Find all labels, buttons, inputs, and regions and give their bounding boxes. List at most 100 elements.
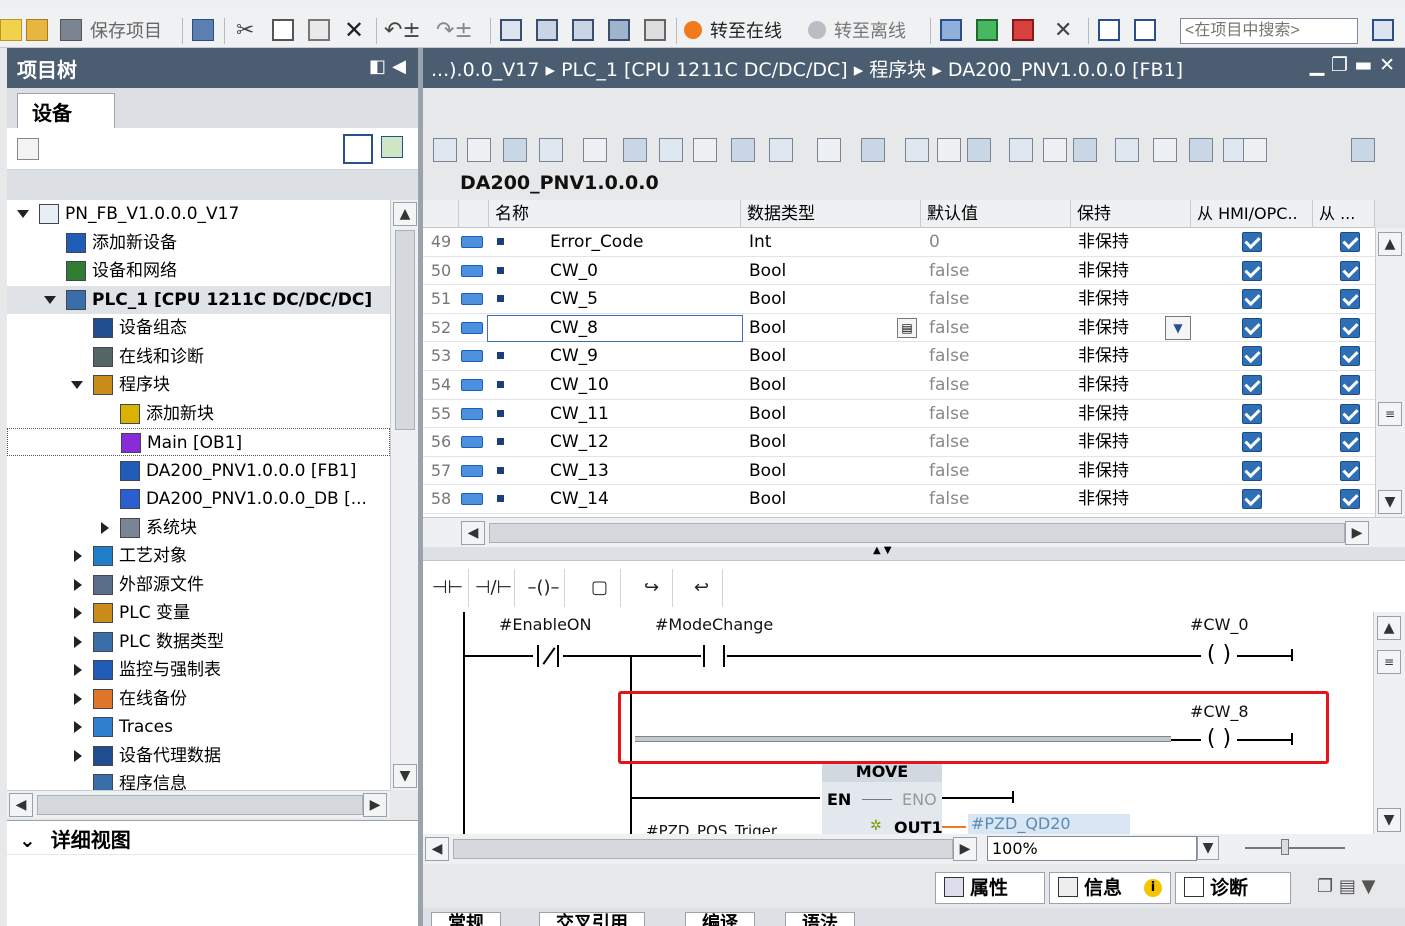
move-in-variable[interactable]: #PZD_POS_Triger [646,822,777,834]
stop-cpu-icon[interactable] [1012,15,1034,45]
chevron-right-icon[interactable] [101,521,109,534]
scroll-thumb[interactable] [453,839,953,859]
add-icon[interactable] [381,136,403,158]
scroll-thumb[interactable] [489,523,1345,543]
split-vertical-icon[interactable] [1134,15,1156,45]
chevron-down-icon[interactable] [71,381,83,389]
variable-datatype[interactable]: Bool [749,285,899,313]
copy-icon[interactable] [272,15,294,45]
new-project-icon[interactable] [0,15,22,45]
print-icon[interactable] [192,15,214,45]
jump-icon[interactable] [1153,138,1177,162]
tree-vertical-scrollbar[interactable]: ▲ ▼ [390,200,418,790]
tab-properties[interactable]: 属性 [935,872,1045,904]
start-cpu-icon[interactable] [976,15,998,45]
variable-retain[interactable]: 非保持 [1078,228,1178,256]
tree-item[interactable]: PLC 变量 [7,599,390,627]
monitor-icon[interactable] [769,138,793,162]
table-row[interactable]: 58 CW_14 Bool false 非保持 [423,485,1375,514]
tree-item[interactable]: 添加新块 [7,400,390,428]
table-vertical-scrollbar[interactable]: ▲ ≡ ▼ [1375,228,1405,518]
variable-name[interactable]: CW_14 [550,485,740,513]
scroll-up-icon[interactable]: ▲ [1378,232,1402,256]
compile-icon[interactable] [500,15,522,45]
move-icon[interactable] [1073,138,1097,162]
panel-controls-icon[interactable]: ❐ ▤ ▼ [1317,876,1375,897]
variable-datatype[interactable]: Bool [749,314,899,342]
zoom-slider[interactable] [1245,847,1345,849]
hmi-writable-checkbox[interactable] [1340,403,1360,424]
tree-item[interactable]: 程序块 [7,371,390,399]
variable-retain[interactable]: 非保持 [1078,428,1178,456]
hmi-writable-checkbox[interactable] [1340,432,1360,453]
window-controls[interactable]: ▁ ❐ ▬ ✕ [1310,54,1395,76]
variable-datatype[interactable]: Bool [749,342,899,370]
scroll-thumb[interactable] [37,795,363,815]
variable-default[interactable]: false [929,257,1059,285]
save-project-button[interactable]: 保存项目 [60,15,162,45]
editor-splitter[interactable]: ▲ ▼ [423,545,1405,560]
chevron-right-icon[interactable] [74,635,82,648]
accessible-devices-icon[interactable] [940,15,962,45]
column-header-hmi-access[interactable]: 从 HMI/OPC.. [1191,200,1313,228]
hmi-writable-checkbox[interactable] [1340,375,1360,395]
table-row[interactable]: 49 Error_Code Int 0 非保持 [423,228,1375,257]
scroll-right-icon[interactable]: ▶ [1345,521,1369,545]
variable-name[interactable]: CW_13 [550,457,740,485]
table-row[interactable]: 51 CW_5 Bool false 非保持 [423,285,1375,314]
next-icon[interactable] [1189,138,1213,162]
hmi-writable-checkbox[interactable] [1340,289,1360,310]
variable-retain[interactable]: 非保持 [1078,314,1178,342]
breadcrumb[interactable]: ...).0.0_V17 ▸ PLC_1 [CPU 1211C DC/DC/DC… [431,59,1183,81]
modify-icon[interactable] [817,138,841,162]
scroll-left-icon[interactable]: ◀ [425,837,449,861]
scroll-down-icon[interactable]: ▼ [1377,808,1401,832]
table-row[interactable]: 56 CW_12 Bool false 非保持 [423,428,1375,457]
chevron-right-icon[interactable] [74,550,82,562]
search-project-icon[interactable] [1372,15,1394,45]
no-contact[interactable] [701,645,727,667]
variable-retain[interactable]: 非保持 [1078,342,1178,370]
move-instruction-box[interactable]: MOVE EN ENO ✲ OUT1 [822,762,943,837]
variable-datatype[interactable]: Bool [749,400,899,428]
hmi-accessible-checkbox[interactable] [1242,346,1262,367]
variable-datatype[interactable]: Bool [749,371,899,399]
variable-retain[interactable]: 非保持 [1078,285,1178,313]
chevron-right-icon[interactable] [74,578,82,591]
chevron-down-icon[interactable] [17,210,29,218]
variable-name[interactable]: CW_0 [550,257,740,285]
variable-datatype[interactable]: Int [749,228,899,256]
simulation-icon[interactable] [608,15,630,45]
table-horizontal-scrollbar[interactable]: ◀ ▶ [423,517,1405,547]
chevron-down-icon[interactable]: ⌄ [19,828,36,852]
open-branch-icon[interactable]: ↪ [631,569,673,607]
variable-retain[interactable]: 非保持 [1078,457,1178,485]
goto-error-icon[interactable] [1243,138,1267,162]
comment-icon[interactable] [693,138,717,162]
tree-item[interactable]: 设备组态 [7,314,390,342]
block-interface-icon[interactable] [623,138,647,162]
expand-all-icon[interactable] [503,138,527,162]
list-icon[interactable] [905,138,929,162]
chevron-down-icon[interactable] [44,295,56,304]
empty-box-icon[interactable]: ▢ [579,569,621,607]
no-contact-icon[interactable]: ⊣⊢ [427,569,469,607]
collapse-all-icon[interactable] [539,138,563,162]
tree-item[interactable]: PLC 数据类型 [7,628,390,656]
ladder-vertical-scrollbar[interactable]: ▲ ≡ ▼ [1373,612,1405,834]
hmi-accessible-checkbox[interactable] [1242,375,1262,395]
call-icon[interactable] [967,138,991,162]
variable-name[interactable]: CW_12 [550,428,740,456]
table-row[interactable]: 50 CW_0 Bool false 非保持 [423,257,1375,286]
chevron-right-icon[interactable] [74,721,82,733]
variable-default[interactable]: false [929,428,1059,456]
scroll-grip-icon[interactable]: ≡ [1378,402,1402,426]
variable-name[interactable]: CW_11 [550,400,740,428]
go-online-button[interactable]: 转至在线 [684,15,782,45]
hmi-accessible-checkbox[interactable] [1242,260,1262,281]
hmi-writable-checkbox[interactable] [1340,489,1360,510]
hmi-accessible-checkbox[interactable] [1242,489,1262,510]
tree-item[interactable]: DA200_PNV1.0.0.0 [FB1] [7,457,390,485]
shown-icon[interactable] [731,138,755,162]
tree-settings-icon[interactable] [17,138,39,160]
